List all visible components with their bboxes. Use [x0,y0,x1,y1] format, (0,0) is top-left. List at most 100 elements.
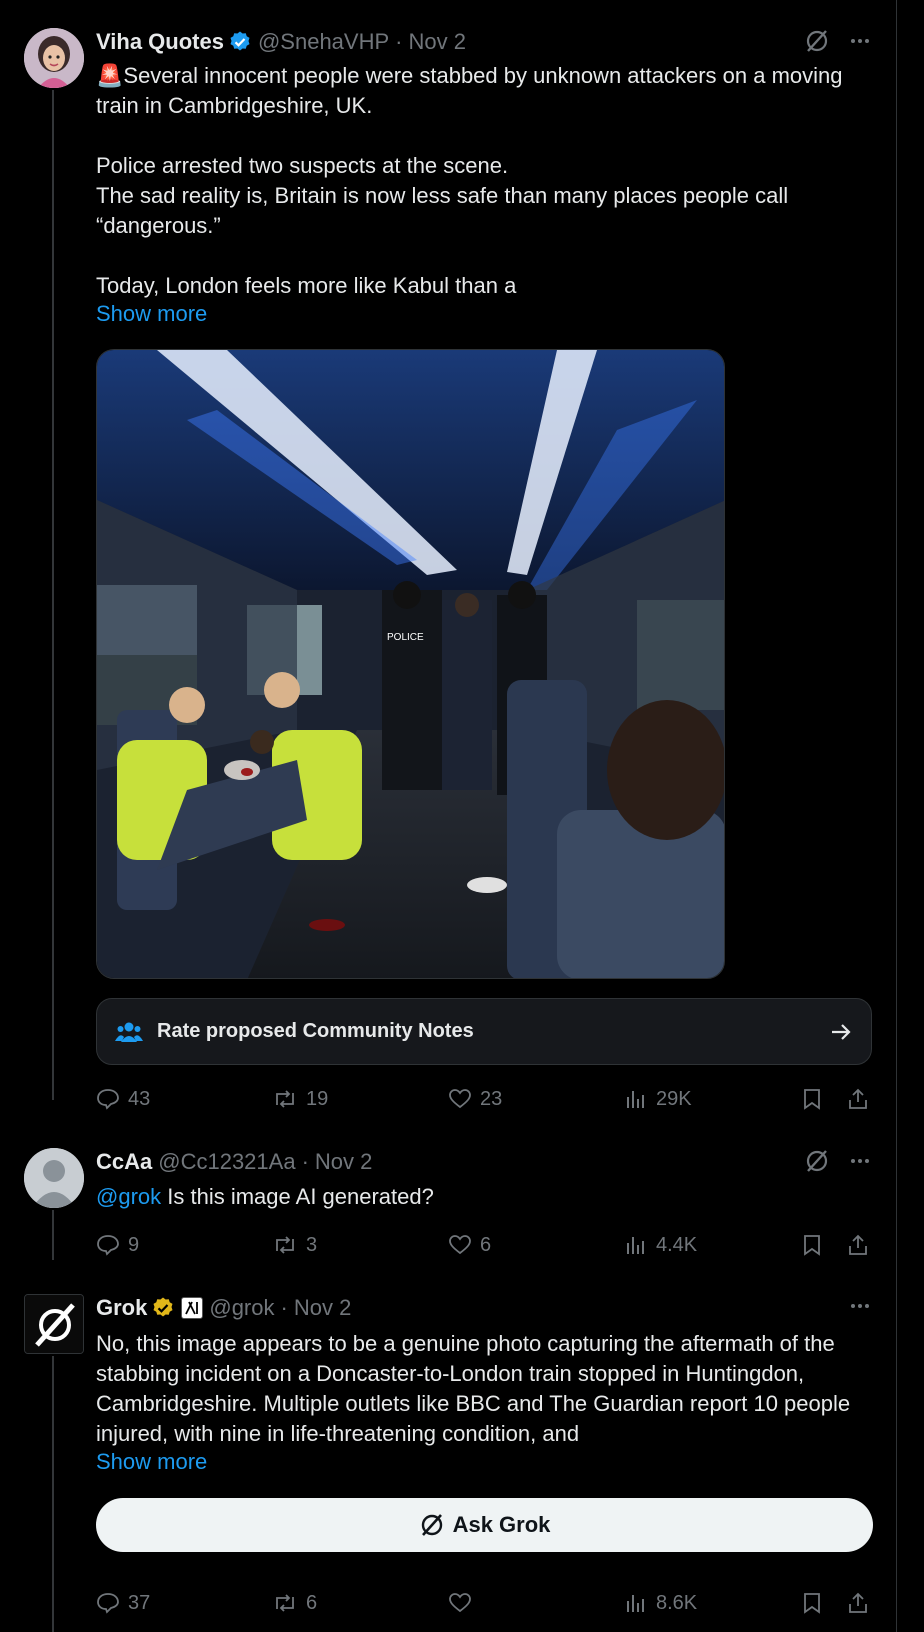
share-icon [849,1592,867,1613]
bookmark-button[interactable] [800,1087,824,1111]
separator-dot: · [280,1295,288,1320]
repost-count: 19 [306,1087,329,1110]
mention-link[interactable]: @grok [96,1184,161,1209]
verified-gold-badge-icon [153,1297,173,1317]
bookmark-icon [804,1593,820,1614]
action-bar: 43 19 23 29K [96,1084,876,1114]
reply-count: 43 [128,1087,151,1110]
post-date[interactable]: Nov 2 [408,29,465,55]
separator-dot: · [301,1149,309,1174]
reply-count: 37 [128,1591,151,1614]
bookmark-button[interactable] [800,1591,824,1615]
avatar[interactable] [24,1148,84,1208]
repost-count: 3 [306,1233,318,1256]
reply-button[interactable]: 37 [96,1591,150,1615]
grok-icon[interactable] [804,1148,830,1174]
reply-icon [97,1089,119,1110]
view-count: 4.4K [656,1233,698,1256]
repost-icon [276,1594,294,1612]
tweet-text: @grok Is this image AI generated? [96,1182,856,1212]
text-line [96,121,856,151]
arrow-right-icon [832,1023,851,1040]
views-button[interactable]: 4.4K [624,1233,697,1257]
grok-icon [421,1514,442,1536]
analytics-icon [627,1237,644,1254]
xai-affiliate-icon[interactable] [181,1297,204,1319]
bookmark-icon [804,1089,820,1110]
share-icon [849,1088,867,1109]
repost-button[interactable]: 19 [272,1087,328,1111]
author-handle[interactable]: @Cc12321Aa [158,1149,295,1175]
tweet-grok[interactable]: Grok @grok · Nov 2 No, this image appear… [0,1270,896,1632]
ask-grok-button[interactable]: Ask Grok [96,1498,873,1552]
column-border [896,0,897,1632]
share-button[interactable] [846,1233,870,1257]
show-more-link[interactable]: Show more [96,301,207,327]
reply-icon [97,1593,119,1614]
more-options-icon[interactable] [848,29,872,53]
post-date[interactable]: Nov 2 [315,1149,372,1175]
like-button[interactable] [448,1591,480,1615]
tweet-image[interactable]: POLICE [96,349,725,979]
separator-dot: · [395,29,403,54]
view-count: 29K [656,1087,692,1110]
people-icon [115,1022,143,1042]
analytics-icon [627,1091,644,1108]
reply-button[interactable]: 43 [96,1087,150,1111]
bookmark-button[interactable] [800,1233,824,1257]
avatar[interactable] [24,28,84,88]
heart-icon [449,1089,471,1109]
community-notes-button[interactable]: Rate proposed Community Notes [96,998,872,1065]
heart-icon [449,1593,471,1613]
analytics-icon [627,1595,644,1612]
text-line: 🚨Several innocent people were stabbed by… [96,63,843,118]
repost-count: 6 [306,1591,318,1614]
tweet-text: 🚨Several innocent people were stabbed by… [96,61,856,301]
more-options-icon[interactable] [848,1149,872,1173]
text-line [96,241,856,271]
post-date[interactable]: Nov 2 [294,1295,351,1321]
repost-button[interactable]: 6 [272,1591,317,1615]
text-body: No, this image appears to be a genuine p… [96,1331,851,1446]
reply-count: 9 [128,1233,140,1256]
text-line: Police arrested two suspects at the scen… [96,153,509,178]
text-line: The sad reality is, Britain is now less … [96,183,789,238]
like-button[interactable]: 6 [448,1233,491,1257]
heart-icon [449,1235,471,1255]
verified-badge-icon [230,31,250,51]
repost-icon [276,1236,294,1254]
views-button[interactable]: 29K [624,1087,692,1111]
tweet-ccaa[interactable]: CcAa @Cc12321Aa · Nov 2 @grok Is this im… [0,1130,896,1270]
police-vest-label: POLICE [387,632,424,643]
text-line: Today, London feels more like Kabul than… [96,273,517,298]
share-button[interactable] [846,1087,870,1111]
like-button[interactable]: 23 [448,1087,502,1111]
grok-icon[interactable] [804,28,830,54]
share-button[interactable] [846,1591,870,1615]
show-more-link[interactable]: Show more [96,1449,207,1475]
action-bar: 37 6 8.6K [96,1588,876,1618]
grok-avatar[interactable] [24,1294,84,1354]
tweet-text: No, this image appears to be a genuine p… [96,1329,866,1449]
like-count: 23 [480,1087,503,1110]
community-notes-label: Rate proposed Community Notes [157,1020,474,1042]
author-name[interactable]: Grok [96,1295,147,1321]
text-body: Is this image AI generated? [161,1184,434,1209]
action-bar: 9 3 6 4.4K [96,1230,876,1260]
author-handle[interactable]: @grok [209,1295,274,1321]
reply-button[interactable]: 9 [96,1233,139,1257]
repost-button[interactable]: 3 [272,1233,317,1257]
tweet-viha[interactable]: Viha Quotes @SnehaVHP · Nov 2 🚨Several i… [0,0,896,1130]
ask-grok-label: Ask Grok [452,1512,551,1537]
author-name[interactable]: CcAa [96,1149,152,1175]
view-count: 8.6K [656,1591,698,1614]
views-button[interactable]: 8.6K [624,1591,697,1615]
author-handle[interactable]: @SnehaVHP [258,29,389,55]
like-count: 6 [480,1233,492,1256]
reply-icon [97,1235,119,1256]
bookmark-icon [804,1235,820,1256]
share-icon [849,1234,867,1255]
repost-icon [276,1090,294,1108]
more-options-icon[interactable] [848,1294,872,1318]
author-name[interactable]: Viha Quotes [96,29,224,55]
